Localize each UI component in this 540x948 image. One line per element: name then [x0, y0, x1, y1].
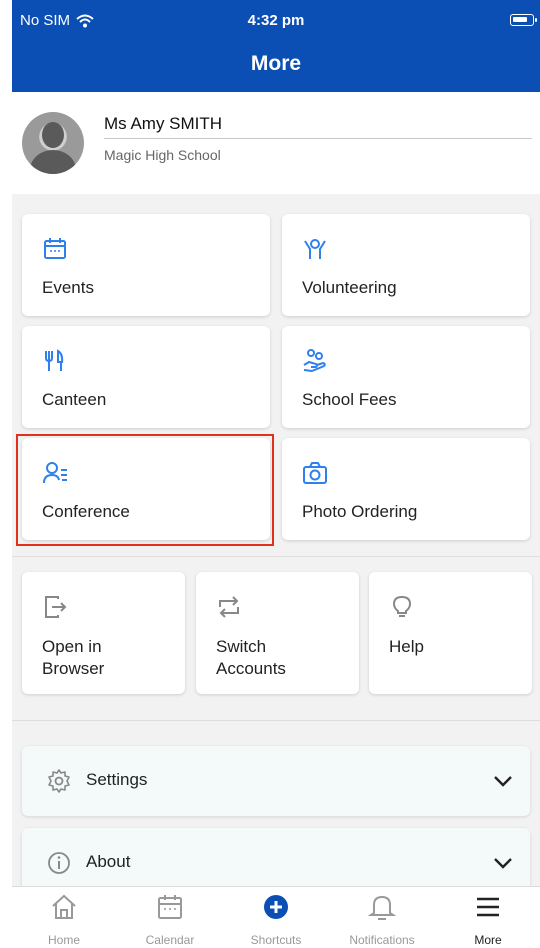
profile-name: Ms Amy SMITH — [104, 114, 223, 133]
battery-icon — [510, 14, 537, 26]
highlight-box — [16, 434, 274, 546]
settings-row[interactable]: Settings — [22, 746, 530, 816]
tile-canteen[interactable]: Canteen — [22, 326, 270, 428]
page-title: More — [250, 52, 302, 75]
label-line: Switch — [216, 637, 267, 656]
calendar-icon — [44, 238, 66, 259]
label-line: Help — [389, 637, 424, 656]
calendar-icon — [158, 895, 182, 919]
hand-coins-icon — [303, 349, 326, 373]
tile-photo-ordering[interactable]: Photo Ordering — [282, 438, 530, 540]
tile-label: School Fees — [302, 390, 397, 409]
bell-icon — [368, 895, 396, 920]
tile-events[interactable]: Events — [22, 214, 270, 316]
tab-label: Notifications — [349, 933, 415, 947]
menu-icon — [477, 897, 499, 917]
tile-label: Open in Browser — [42, 636, 104, 680]
tile-switch-accounts[interactable]: Switch Accounts — [196, 572, 359, 694]
tab-bar: Home Calendar Shortcuts Notifications Mo… — [12, 886, 540, 948]
tab-label: Home — [47, 933, 80, 947]
tab-notifications[interactable]: Notifications — [337, 893, 427, 947]
about-label: About — [86, 852, 131, 871]
chevron-down-icon — [494, 776, 512, 787]
label-line: Open in — [42, 637, 102, 656]
tab-label: More — [474, 933, 502, 947]
tile-open-in-browser[interactable]: Open in Browser — [22, 572, 185, 694]
lightbulb-icon — [392, 595, 412, 617]
settings-label: Settings — [86, 770, 148, 789]
tile-label: Volunteering — [302, 278, 397, 297]
tile-label: Canteen — [42, 390, 107, 409]
tile-school-fees[interactable]: School Fees — [282, 326, 530, 428]
tab-label: Shortcuts — [250, 933, 302, 947]
tile-volunteering[interactable]: Volunteering — [282, 214, 530, 316]
cutlery-icon — [45, 349, 64, 371]
tab-more[interactable]: More — [443, 893, 533, 947]
label-line: Accounts — [216, 659, 286, 678]
divider — [12, 556, 540, 557]
home-icon — [52, 894, 76, 919]
chevron-down-icon — [494, 858, 512, 869]
divider — [104, 138, 532, 139]
tab-calendar[interactable]: Calendar — [125, 893, 215, 947]
plus-circle-icon — [264, 895, 288, 919]
divider — [12, 720, 540, 721]
tile-label: Events — [42, 278, 94, 297]
label-line: Browser — [42, 659, 105, 678]
status-time: 4:32 pm — [247, 12, 305, 29]
tile-label: Switch Accounts — [216, 636, 286, 680]
avatar — [22, 112, 84, 174]
info-icon — [48, 852, 70, 874]
header: No SIM 4:32 pm More — [12, 0, 540, 92]
tab-label: Calendar — [145, 933, 195, 947]
gear-icon — [48, 769, 70, 793]
volunteer-icon — [304, 239, 326, 259]
profile-card[interactable]: Ms Amy SMITH Magic High School — [12, 92, 540, 194]
open-external-icon — [45, 596, 67, 618]
tile-label: Photo Ordering — [302, 502, 418, 521]
tile-label: Help — [389, 636, 424, 658]
status-bar: No SIM 4:32 pm — [12, 10, 540, 36]
profile-school: Magic High School — [104, 147, 221, 163]
tab-shortcuts[interactable]: Shortcuts — [231, 893, 321, 947]
app-screen: No SIM 4:32 pm More Ms Amy SMITH Magic H… — [12, 0, 540, 948]
tab-home[interactable]: Home — [19, 893, 109, 947]
camera-icon — [303, 462, 327, 484]
tile-help[interactable]: Help — [369, 572, 532, 694]
swap-icon — [219, 596, 239, 618]
